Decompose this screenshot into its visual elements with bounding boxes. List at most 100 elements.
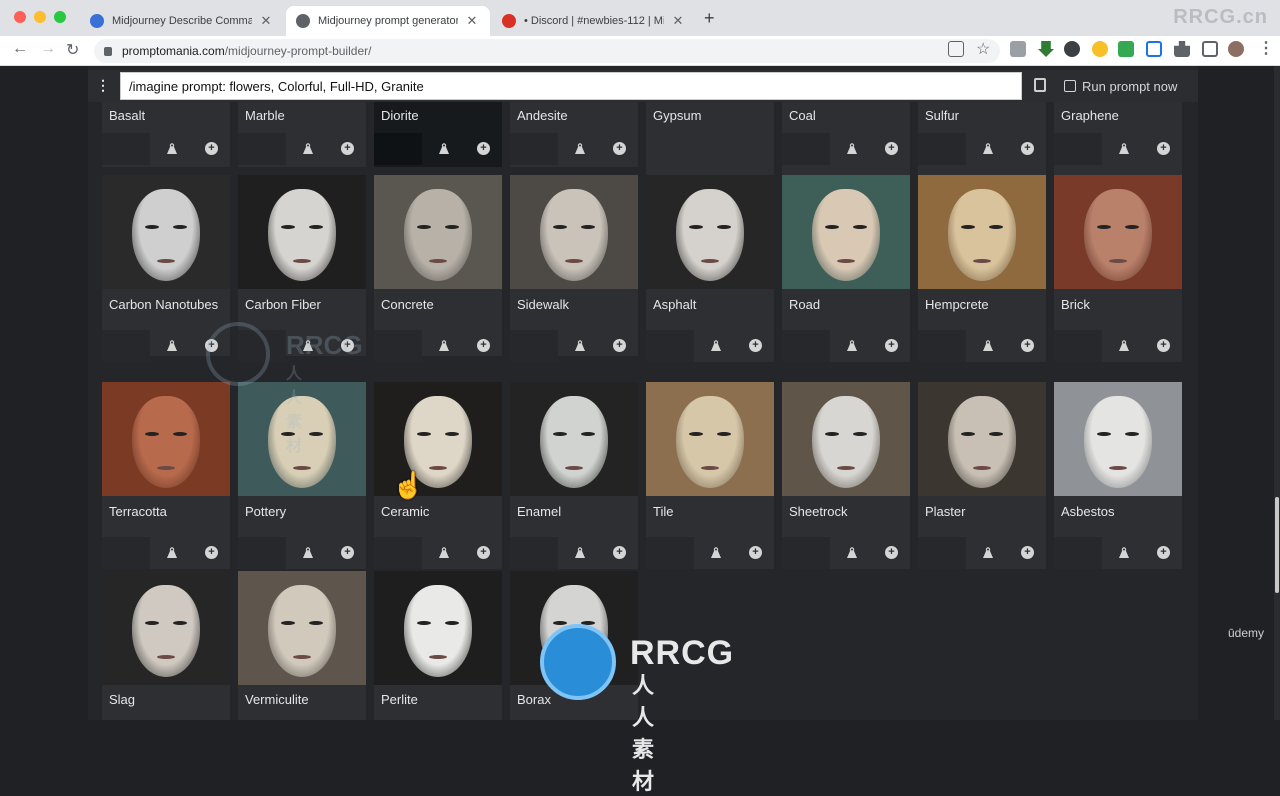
material-card[interactable]: Slag — [102, 571, 230, 720]
add-icon[interactable]: + — [205, 142, 218, 155]
material-face-image[interactable] — [646, 382, 774, 496]
material-face-image[interactable] — [510, 382, 638, 496]
weight-icon[interactable] — [982, 142, 994, 154]
material-face-image[interactable] — [782, 175, 910, 289]
material-card[interactable]: Basalt + — [102, 102, 230, 167]
weight-icon[interactable] — [846, 142, 858, 154]
weight-icon[interactable] — [710, 546, 722, 558]
add-icon[interactable]: + — [1157, 546, 1170, 559]
add-icon[interactable]: + — [1157, 339, 1170, 352]
extensions-puzzle-icon[interactable] — [1174, 41, 1190, 57]
extension-check-icon[interactable] — [1118, 41, 1134, 57]
tab-discord[interactable]: • Discord | #newbies-112 | Mid ✕ — [492, 6, 696, 36]
material-card[interactable]: Hempcrete + — [918, 175, 1046, 362]
prompt-input[interactable]: /imagine prompt: flowers, Colorful, Full… — [120, 72, 1022, 100]
weight-icon[interactable] — [846, 546, 858, 558]
add-icon[interactable]: + — [885, 339, 898, 352]
add-icon[interactable]: + — [613, 546, 626, 559]
add-icon[interactable]: + — [341, 546, 354, 559]
weight-icon[interactable] — [1118, 142, 1130, 154]
weight-icon[interactable] — [1118, 546, 1130, 558]
bookmark-star-icon[interactable]: ☆ — [976, 39, 990, 59]
material-card[interactable]: Vermiculite — [238, 571, 366, 720]
material-card[interactable]: Brick + — [1054, 175, 1182, 362]
material-card[interactable]: Diorite + — [374, 102, 502, 167]
weight-icon[interactable] — [574, 546, 586, 558]
material-card[interactable]: Concrete + — [374, 175, 502, 362]
profile-avatar[interactable] — [1228, 41, 1244, 57]
material-face-image[interactable] — [374, 175, 502, 289]
material-face-image[interactable] — [510, 175, 638, 289]
material-face-image[interactable] — [102, 175, 230, 289]
reload-icon[interactable]: ↻ — [66, 40, 79, 60]
weight-icon[interactable] — [710, 339, 722, 351]
weight-icon[interactable] — [982, 339, 994, 351]
material-face-image[interactable] — [238, 175, 366, 289]
add-icon[interactable]: + — [1021, 546, 1034, 559]
add-icon[interactable]: + — [613, 142, 626, 155]
add-icon[interactable]: + — [341, 142, 354, 155]
material-card[interactable]: Perlite — [374, 571, 502, 720]
weight-icon[interactable] — [574, 339, 586, 351]
add-icon[interactable]: + — [1021, 142, 1034, 155]
material-card[interactable]: Road + — [782, 175, 910, 362]
weight-icon[interactable] — [166, 546, 178, 558]
weight-icon[interactable] — [302, 546, 314, 558]
add-icon[interactable]: + — [1021, 339, 1034, 352]
close-tab-icon[interactable]: ✕ — [670, 13, 686, 29]
material-face-image[interactable] — [1054, 382, 1182, 496]
material-card[interactable]: Carbon Nanotubes + — [102, 175, 230, 362]
close-tab-icon[interactable]: ✕ — [258, 13, 274, 29]
material-card[interactable]: Andesite + — [510, 102, 638, 167]
material-card[interactable]: Sheetrock + — [782, 382, 910, 569]
weight-icon[interactable] — [166, 142, 178, 154]
weight-icon[interactable] — [574, 142, 586, 154]
run-prompt-button[interactable]: Run prompt now — [1064, 74, 1177, 98]
add-icon[interactable]: + — [885, 546, 898, 559]
tab-midjourney-describe[interactable]: Midjourney Describe Comman ✕ — [80, 6, 284, 36]
add-icon[interactable]: + — [613, 339, 626, 352]
extension-smile-icon[interactable] — [1092, 41, 1108, 57]
weight-icon[interactable] — [166, 339, 178, 351]
material-face-image[interactable] — [646, 175, 774, 289]
material-face-image[interactable] — [102, 382, 230, 496]
maximize-window-button[interactable] — [54, 11, 66, 23]
back-icon[interactable]: ← — [12, 40, 28, 58]
add-icon[interactable]: + — [749, 339, 762, 352]
side-panel-icon[interactable] — [1202, 41, 1218, 57]
material-face-image[interactable] — [782, 382, 910, 496]
add-icon[interactable]: + — [749, 546, 762, 559]
copy-icon[interactable] — [1034, 78, 1046, 92]
weight-icon[interactable] — [302, 142, 314, 154]
material-card[interactable]: Terracotta + — [102, 382, 230, 569]
material-card[interactable]: Asbestos + — [1054, 382, 1182, 569]
material-card[interactable]: Plaster + — [918, 382, 1046, 569]
extension-code-icon[interactable] — [1010, 41, 1026, 57]
material-card[interactable]: Enamel + — [510, 382, 638, 569]
material-card[interactable]: Asphalt + — [646, 175, 774, 362]
material-face-image[interactable] — [238, 571, 366, 685]
extension-bear-icon[interactable] — [1064, 41, 1080, 57]
add-icon[interactable]: + — [477, 339, 490, 352]
address-bar[interactable]: promptomania.com/midjourney-prompt-build… — [94, 39, 1000, 63]
menu-dots-icon[interactable]: ⋮ — [96, 77, 110, 94]
add-icon[interactable]: + — [477, 142, 490, 155]
share-icon[interactable] — [948, 41, 964, 57]
material-card[interactable]: Marble + — [238, 102, 366, 167]
material-face-image[interactable] — [102, 571, 230, 685]
extension-download-icon[interactable] — [1038, 41, 1054, 57]
close-window-button[interactable] — [14, 11, 26, 23]
scrollbar-thumb[interactable] — [1275, 497, 1279, 593]
material-face-image[interactable] — [1054, 175, 1182, 289]
add-icon[interactable]: + — [205, 546, 218, 559]
new-tab-button[interactable]: + — [704, 8, 715, 29]
add-icon[interactable]: + — [885, 142, 898, 155]
forward-icon[interactable]: → — [40, 40, 56, 58]
material-card[interactable]: Tile + — [646, 382, 774, 569]
material-face-image[interactable] — [374, 571, 502, 685]
weight-icon[interactable] — [438, 546, 450, 558]
weight-icon[interactable] — [438, 339, 450, 351]
close-tab-icon[interactable]: ✕ — [464, 13, 480, 29]
minimize-window-button[interactable] — [34, 11, 46, 23]
material-face-image[interactable] — [918, 175, 1046, 289]
